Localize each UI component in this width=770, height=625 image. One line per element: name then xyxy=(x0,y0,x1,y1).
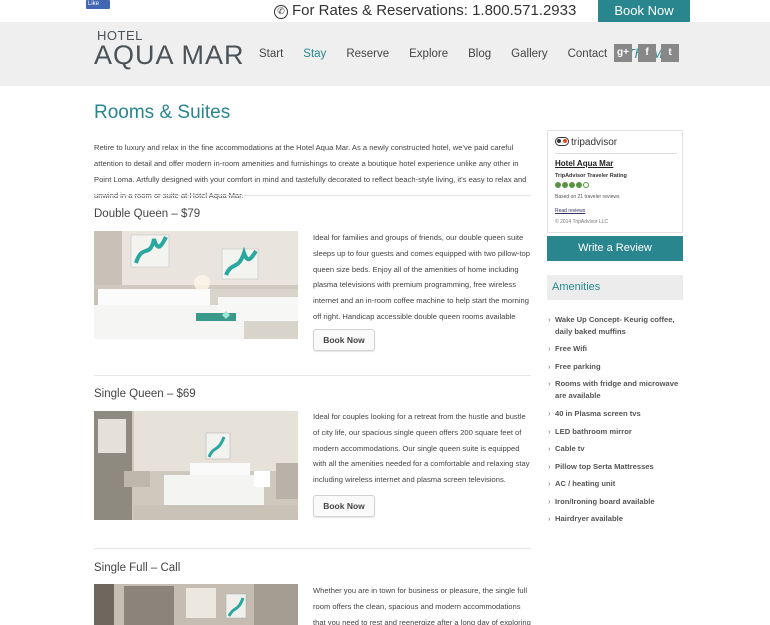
review-count: Based on 21 traveler reviews xyxy=(555,194,620,200)
tripadvisor-brand: tripadvisor xyxy=(571,137,618,148)
divider xyxy=(94,548,531,549)
divider xyxy=(94,195,531,196)
tripadvisor-hotel-link[interactable]: Hotel Aqua Mar xyxy=(555,159,613,168)
amenity-item: Cable tv xyxy=(547,443,687,455)
rating-bubble-icon xyxy=(562,182,568,188)
amenity-item: Iron/Ironing board available xyxy=(547,496,687,508)
divider xyxy=(94,375,531,376)
amenity-item: LED bathroom mirror xyxy=(547,426,687,438)
rates-text: For Rates & Reservations: 1.800.571.2933 xyxy=(292,2,577,19)
rating-bubble-icon xyxy=(569,182,575,188)
rating-bubble-icon xyxy=(555,182,561,188)
rating-bubbles xyxy=(555,182,590,188)
room-photo-single-full[interactable] xyxy=(94,584,298,625)
logo-big-text: AQUA MAR xyxy=(94,40,245,70)
tripadvisor-copyright: © 2014 TripAdvisor LLC xyxy=(555,219,609,225)
room-title-double-queen: Double Queen – $79 xyxy=(94,208,201,220)
amenity-item: Wake Up Concept- Keurig coffee, daily ba… xyxy=(547,314,687,338)
facebook-icon[interactable]: f xyxy=(638,44,656,62)
google-plus-icon[interactable]: g+ xyxy=(614,44,632,62)
book-now-button[interactable]: Book Now xyxy=(598,0,690,22)
amenity-item: Free parking xyxy=(547,361,687,373)
amenity-item: AC / heating unit xyxy=(547,478,687,490)
amenity-item: Free Wifi xyxy=(547,343,687,355)
nav-stay[interactable]: Stay xyxy=(303,48,326,61)
rating-bubble-icon xyxy=(576,182,582,188)
amenity-item: 40 in Plasma screen tvs xyxy=(547,408,687,420)
room-description-single-full: Whether you are in town for business or … xyxy=(313,586,531,625)
room-photo-double-queen[interactable] xyxy=(94,231,298,339)
nav-explore[interactable]: Explore xyxy=(409,48,448,61)
room-description-double-queen: Ideal for families and groups of friends… xyxy=(313,233,530,337)
amenity-item: Rooms with fridge and microwave are avai… xyxy=(547,378,687,402)
hotel-logo[interactable]: HOTEL AQUA MAR xyxy=(94,29,245,70)
divider xyxy=(555,153,677,154)
book-now-double-queen-button[interactable]: Book Now xyxy=(313,329,375,351)
rating-bubble-icon xyxy=(583,182,589,188)
owl-icon xyxy=(555,137,569,146)
phone-icon: ✆ xyxy=(274,5,288,19)
room-photo-single-queen[interactable] xyxy=(94,411,298,520)
rating-label: TripAdvisor Traveler Rating xyxy=(555,173,627,179)
page-title: Rooms & Suites xyxy=(94,102,231,123)
nav-blog[interactable]: Blog xyxy=(468,48,491,61)
nav-reserve[interactable]: Reserve xyxy=(346,48,389,61)
room-description-single-queen: Ideal for couples looking for a retreat … xyxy=(313,412,530,485)
twitter-icon[interactable]: t xyxy=(661,44,679,62)
amenities-heading: Amenities xyxy=(547,275,683,300)
amenity-item: Hairdryer available xyxy=(547,513,687,525)
room-title-single-full: Single Full – Call xyxy=(94,562,181,574)
read-reviews-link[interactable]: Read reviews xyxy=(555,208,585,214)
nav-gallery[interactable]: Gallery xyxy=(511,48,547,61)
facebook-like-button[interactable]: Like xyxy=(86,0,110,9)
tripadvisor-widget: tripadvisor Hotel Aqua Mar TripAdvisor T… xyxy=(547,130,683,233)
nav-start[interactable]: Start xyxy=(259,48,283,61)
book-now-single-queen-button[interactable]: Book Now xyxy=(313,495,375,517)
write-review-button[interactable]: Write a Review xyxy=(547,236,683,261)
rates-reservations[interactable]: ✆ For Rates & Reservations: 1.800.571.293… xyxy=(274,2,576,19)
nav-contact[interactable]: Contact xyxy=(568,48,608,61)
top-bar: Like ✆ For Rates & Reservations: 1.800.57… xyxy=(0,0,770,22)
tripadvisor-logo[interactable]: tripadvisor xyxy=(555,137,617,148)
room-title-single-queen: Single Queen – $69 xyxy=(94,388,196,400)
amenity-item: Pillow top Serta Mattresses xyxy=(547,461,687,473)
